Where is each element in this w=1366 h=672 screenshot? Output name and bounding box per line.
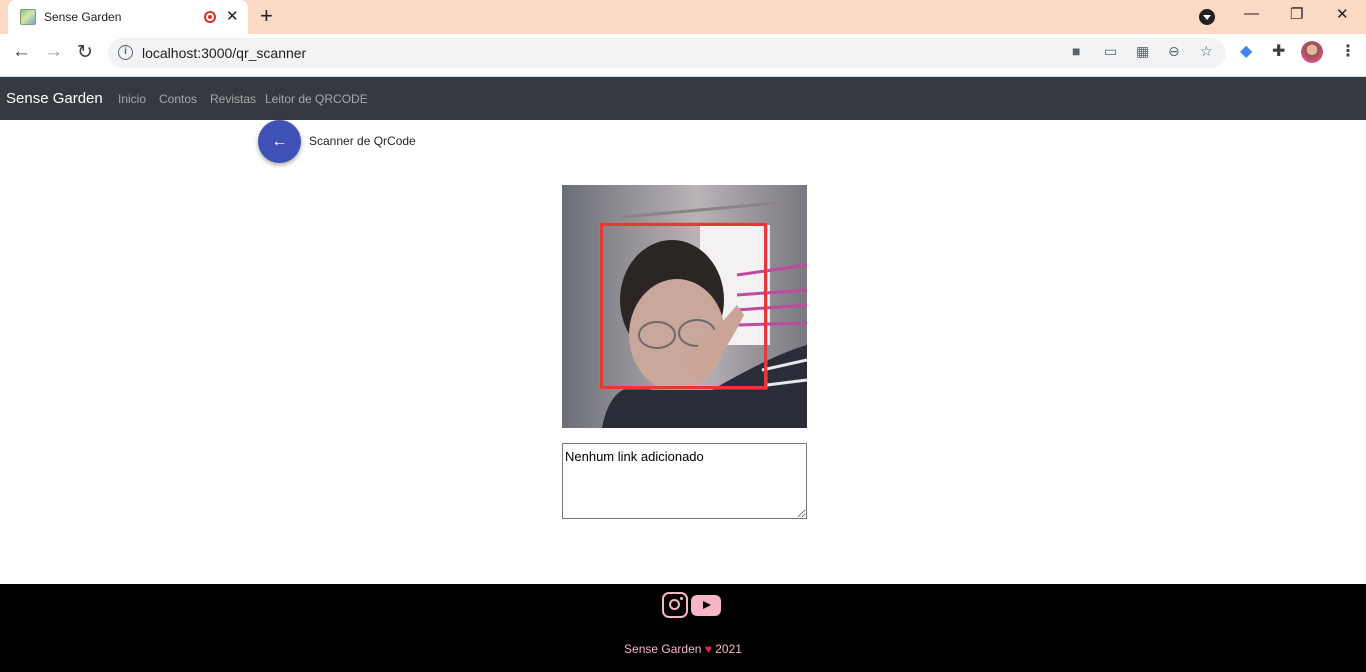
cast-icon[interactable]: ▭ — [1104, 43, 1117, 60]
zoom-icon[interactable]: ⊖ — [1168, 43, 1180, 60]
back-nav-icon[interactable]: ← — [12, 41, 31, 63]
heart-icon: ♥ — [704, 642, 712, 656]
reload-icon[interactable]: ↻ — [77, 41, 93, 64]
forward-nav-icon[interactable]: → — [44, 41, 63, 63]
favicon-icon — [20, 9, 36, 25]
nav-link-revistas[interactable]: Revistas — [210, 92, 256, 106]
nav-link-contos[interactable]: Contos — [159, 92, 197, 106]
browser-tabstrip: Sense Garden ✕ + — ❐ ✕ — [0, 0, 1366, 34]
browser-toolbar: ← → ↻ i localhost:3000/qr_scanner ■ ▭ ▦ … — [0, 34, 1366, 77]
puzzle-icon[interactable]: ✚ — [1272, 41, 1285, 61]
tab-title: Sense Garden — [44, 10, 122, 24]
footer-credit: Sense Garden ♥ 2021 — [0, 642, 1366, 656]
restore-button[interactable]: ❐ — [1290, 5, 1303, 23]
menu-icon[interactable]: ⋮ — [1340, 41, 1356, 61]
arrow-left-icon: ← — [271, 133, 288, 150]
new-tab-button[interactable]: + — [260, 3, 273, 29]
brand-link[interactable]: Sense Garden — [6, 90, 103, 107]
profile-avatar[interactable] — [1301, 41, 1323, 63]
bookmark-star-icon[interactable]: ☆ — [1200, 43, 1213, 60]
graduation-cap-icon[interactable]: ◆ — [1240, 41, 1252, 61]
instagram-icon[interactable] — [662, 592, 688, 618]
qr-result-textarea[interactable]: Nenhum link adicionado — [562, 443, 807, 519]
nav-link-leitor-qrcode[interactable]: Leitor de QRCODE — [265, 92, 368, 106]
tab-search-icon[interactable] — [1199, 9, 1215, 25]
browser-tab[interactable]: Sense Garden ✕ — [8, 0, 248, 34]
minimize-button[interactable]: — — [1244, 5, 1259, 22]
site-info-icon[interactable]: i — [118, 45, 133, 60]
footer: Sense Garden ♥ 2021 — [0, 584, 1366, 672]
url-text[interactable]: localhost:3000/qr_scanner — [142, 45, 306, 61]
address-bar[interactable]: i localhost:3000/qr_scanner ■ ▭ ▦ ⊖ ☆ — [108, 38, 1226, 68]
qr-scan-region — [600, 223, 767, 389]
page-title: Scanner de QrCode — [309, 134, 416, 148]
recording-indicator-icon — [204, 11, 216, 23]
app-navbar: Sense Garden Inicio Contos Revistas Leit… — [0, 77, 1366, 120]
close-window-button[interactable]: ✕ — [1336, 5, 1349, 23]
tab-close-icon[interactable]: ✕ — [226, 7, 239, 25]
camera-icon[interactable]: ■ — [1072, 43, 1080, 59]
back-button[interactable]: ← — [258, 120, 301, 163]
youtube-icon[interactable] — [691, 595, 721, 616]
footer-brand: Sense Garden — [624, 642, 702, 656]
nav-link-inicio[interactable]: Inicio — [118, 92, 146, 106]
camera-preview — [562, 185, 807, 428]
footer-year: 2021 — [715, 642, 742, 656]
qr-icon[interactable]: ▦ — [1136, 43, 1149, 60]
